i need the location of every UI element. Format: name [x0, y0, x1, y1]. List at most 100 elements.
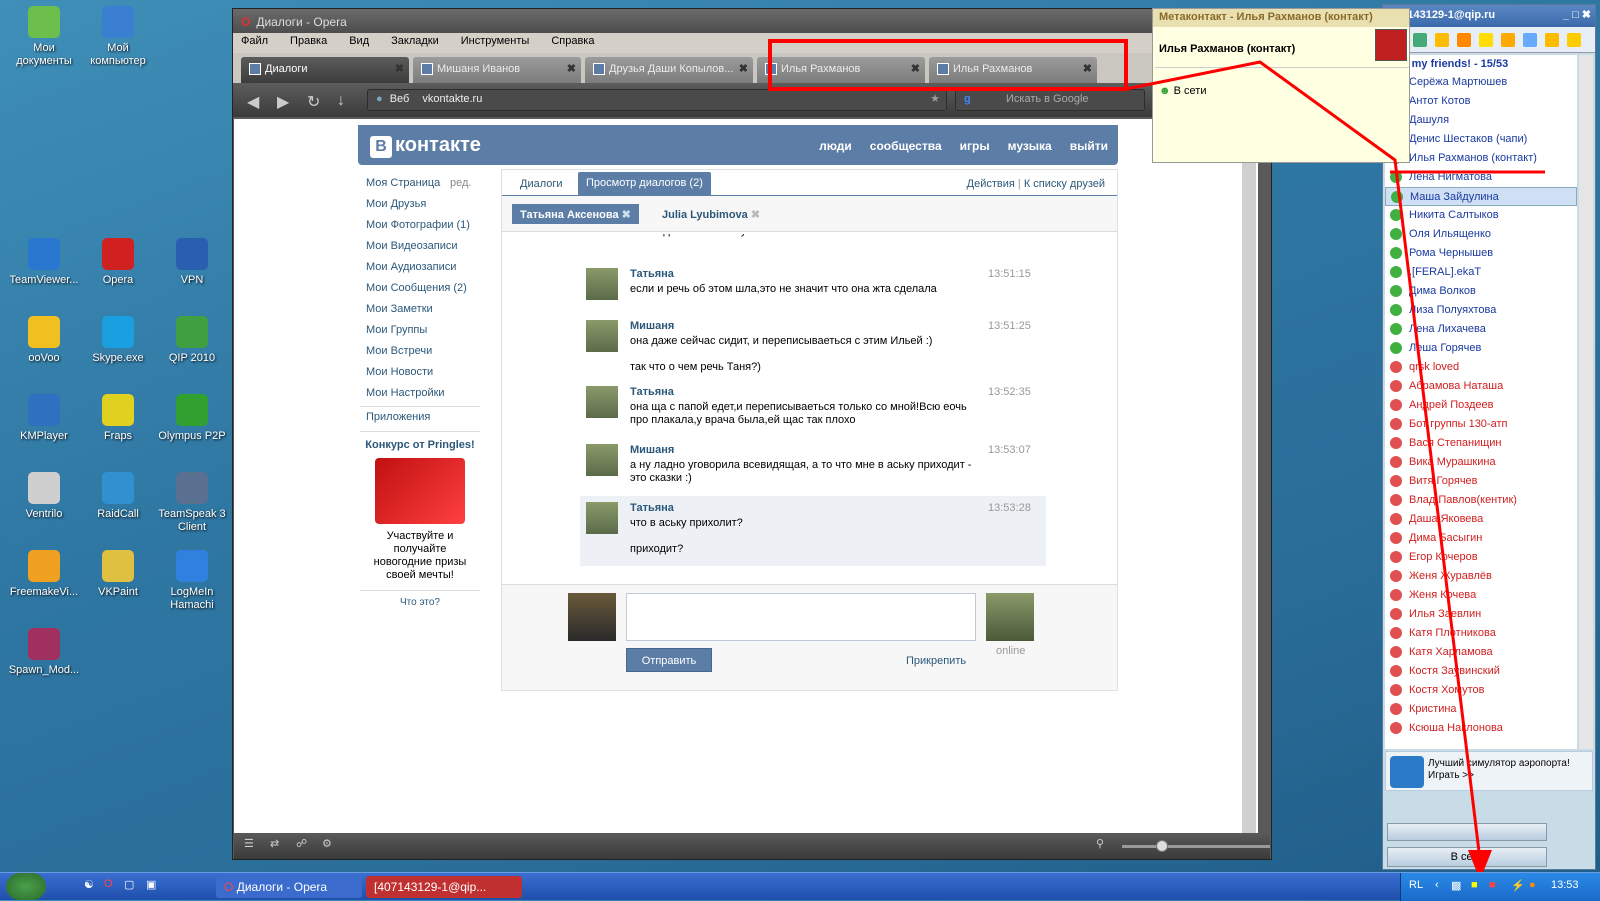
left-menu-item[interactable]: Мои Новости	[366, 366, 486, 387]
left-menu-item[interactable]: Мои Аудиозаписи	[366, 261, 486, 282]
desktop-icon[interactable]: Opera	[80, 238, 156, 287]
contact-item[interactable]: Рома Чернышев	[1385, 244, 1577, 263]
contact-item[interactable]: Костя Хомутов	[1385, 681, 1577, 700]
quicklaunch-icon[interactable]: ☯	[84, 878, 94, 891]
vk-logo[interactable]: Вконтакте	[370, 134, 481, 158]
contact-item[interactable]: Илья Заевлин	[1385, 605, 1577, 624]
close-icon[interactable]: ✖	[622, 209, 631, 221]
contact-item[interactable]: Витя Горячев	[1385, 472, 1577, 491]
contact-item[interactable]: Егор Кочеров	[1385, 548, 1577, 567]
contact-item[interactable]: .[FERAL].ekaT	[1385, 263, 1577, 282]
friends-list-link[interactable]: К списку друзей	[1024, 178, 1105, 190]
qip-ad[interactable]: Лучший симулятор аэропорта! Играть >>	[1385, 751, 1593, 791]
contact-item[interactable]: Денис Шестаков (чапи)	[1385, 130, 1577, 149]
message-author[interactable]: Татьяна	[630, 386, 674, 398]
menu-item[interactable]: Инструменты	[461, 35, 530, 51]
reload-icon[interactable]: ↻	[307, 92, 320, 112]
contact-item[interactable]: Абрамова Наташа	[1385, 377, 1577, 396]
contact-item[interactable]: Леша Горячев	[1385, 339, 1577, 358]
contact-item[interactable]: Лиза Полуяхтова	[1385, 301, 1577, 320]
message-author[interactable]: Мишаня	[630, 320, 674, 332]
contact-item[interactable]: Лена Лихачева	[1385, 320, 1577, 339]
desktop-icon[interactable]: KMPlayer	[6, 394, 82, 443]
opera-quick-icon[interactable]: O	[104, 878, 113, 890]
left-menu-item[interactable]: Мои Друзья	[366, 198, 486, 219]
participant-chip[interactable]: Julia Lyubimova ✖	[654, 204, 768, 224]
browser-tab[interactable]: Мишаня Иванов ✖	[413, 57, 581, 83]
menu-item[interactable]: Закладки	[391, 35, 439, 51]
close-tab-icon[interactable]: ✖	[395, 62, 404, 75]
contact-item[interactable]: Оля Ильященко	[1385, 225, 1577, 244]
contact-item[interactable]: Даша Яковева	[1385, 510, 1577, 529]
message-input[interactable]	[626, 593, 976, 641]
send-button[interactable]: Отправить	[626, 648, 712, 672]
top-link[interactable]: музыка	[1008, 139, 1052, 153]
menu-item[interactable]: Правка	[290, 35, 327, 51]
toolbar-icon[interactable]	[1435, 33, 1449, 47]
edit-link[interactable]: ред.	[450, 177, 471, 189]
contact-item[interactable]: Женя Кочева	[1385, 586, 1577, 605]
tab-view-dialogs[interactable]: Просмотр диалогов (2)	[578, 172, 711, 196]
desktop-icon[interactable]: Fraps	[80, 394, 156, 443]
browser-tab[interactable]: Илья Рахманов ✖	[757, 57, 925, 83]
back-icon[interactable]: ◀	[247, 92, 259, 112]
taskbar-item-qip[interactable]: [407143129-1@qip...	[366, 876, 522, 898]
contact-item[interactable]: Катя Плотникова	[1385, 624, 1577, 643]
contact-item[interactable]: Костя Заувинский	[1385, 662, 1577, 681]
browser-tab[interactable]: Друзья Даши Копылов... ✖	[585, 57, 753, 83]
desktop-quick-icon[interactable]: ▢	[124, 878, 134, 891]
avatar[interactable]	[586, 444, 618, 476]
contact-item[interactable]: Ксюша Наклонова	[1385, 719, 1577, 738]
contact-item[interactable]: Бот группы 130-атп	[1385, 415, 1577, 434]
contact-item[interactable]: Дима Басыгин	[1385, 529, 1577, 548]
top-link[interactable]: выйти	[1070, 139, 1108, 153]
desktop-icon[interactable]: VPN	[154, 238, 230, 287]
close-tab-icon[interactable]: ✖	[567, 62, 576, 75]
desktop-icon[interactable]: Ventrilo	[6, 472, 82, 521]
avatar[interactable]	[986, 593, 1034, 641]
tray-expand-icon[interactable]: ‹	[1435, 879, 1439, 891]
menu-item[interactable]: Вид	[349, 35, 369, 51]
actions-link[interactable]: Действия	[967, 178, 1015, 190]
toolbar-icon[interactable]	[1501, 33, 1515, 47]
turbo-icon[interactable]: ⚙	[322, 837, 332, 850]
zoom-handle[interactable]	[1156, 840, 1168, 852]
avatar[interactable]	[586, 268, 618, 300]
contact-item[interactable]: Кристина	[1385, 700, 1577, 719]
ad-what-link[interactable]: Что это?	[360, 590, 480, 608]
toolbar-icon[interactable]	[1567, 33, 1581, 47]
network-icon[interactable]: ▩	[1451, 879, 1461, 892]
contact-item[interactable]: Никита Салтыков	[1385, 206, 1577, 225]
sync-icon[interactable]: ⇄	[270, 837, 279, 850]
qip-tray-icon[interactable]: ■	[1471, 879, 1478, 891]
close-tab-icon[interactable]: ✖	[1083, 62, 1092, 75]
status-button[interactable]: В сети	[1387, 847, 1547, 867]
zoom-icon[interactable]: ⚲	[1096, 837, 1104, 850]
attach-link[interactable]: Прикрепить	[906, 655, 966, 667]
zoom-slider[interactable]	[1122, 845, 1270, 848]
apps-link[interactable]: Приложения	[366, 411, 430, 423]
toolbar-icon[interactable]	[1413, 33, 1427, 47]
toolbar-icon[interactable]	[1479, 33, 1493, 47]
desktop-icon[interactable]: VKPaint	[80, 550, 156, 599]
left-menu-item[interactable]: Мои Настройки	[366, 387, 486, 408]
message-author[interactable]: Татьяна	[630, 502, 674, 514]
contact-item[interactable]: Вика Мурашкина	[1385, 453, 1577, 472]
desktop-icon[interactable]: Мои документы	[6, 6, 82, 68]
browser-tab[interactable]: Илья Рахманов ✖	[929, 57, 1097, 83]
menu-item[interactable]: Справка	[551, 35, 594, 51]
desktop-icon[interactable]: LogMeIn Hamachi	[154, 550, 230, 612]
contact-item[interactable]: Влад Павлов(кентик)	[1385, 491, 1577, 510]
browser-tab[interactable]: Диалоги ✖	[241, 57, 409, 83]
contact-item[interactable]: Илья Рахманов (контакт)	[1385, 149, 1577, 168]
desktop-icon[interactable]: RaidCall	[80, 472, 156, 521]
star-icon[interactable]: ★	[930, 92, 940, 105]
language-indicator[interactable]: RL	[1409, 879, 1423, 891]
window-controls[interactable]: _ □ ✖	[1563, 8, 1591, 21]
download-icon[interactable]: ↓	[337, 92, 345, 110]
page-scrollbar[interactable]	[1242, 119, 1256, 833]
group-header[interactable]: The my friends! - 15/53	[1385, 55, 1577, 73]
participant-chip[interactable]: Татьяна Аксенова ✖	[512, 204, 639, 224]
menu-item[interactable]: Файл	[241, 35, 268, 51]
left-menu-item[interactable]: Мои Встречи	[366, 345, 486, 366]
